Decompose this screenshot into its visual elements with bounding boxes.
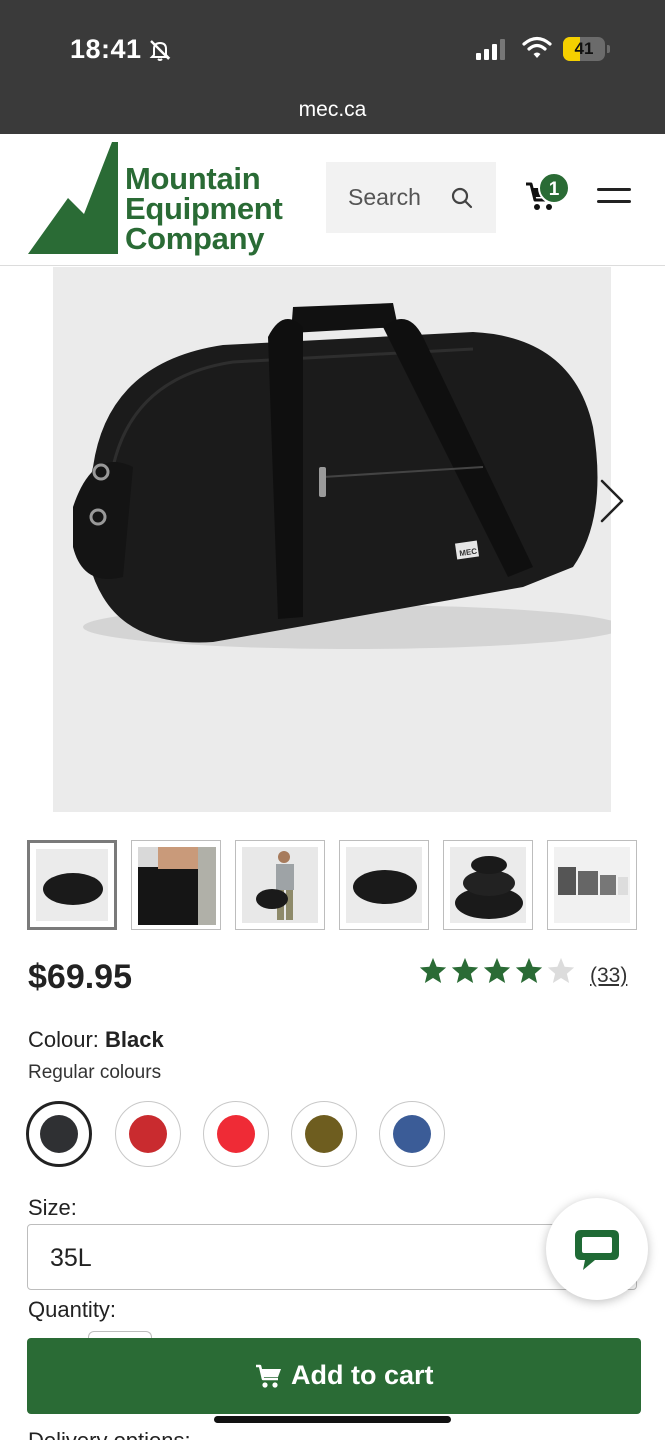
url-bar[interactable]: mec.ca [0,98,665,122]
product-image[interactable]: MEC [53,267,611,812]
add-to-cart-button[interactable]: Add to cart [27,1338,641,1414]
status-time: 18:41 [70,34,142,64]
thumbnail-bag-side[interactable] [339,840,429,930]
logo-line-1: Mountain [125,161,261,196]
thumbnail-bags-accessories[interactable] [547,840,637,930]
chevron-right-icon[interactable] [596,478,626,524]
regular-colours-label: Regular colours [28,1062,162,1083]
star-filled-icon [483,957,511,983]
site-header: Mountain Equipment Company Search 1 [0,134,665,266]
colour-swatch-red[interactable] [203,1101,269,1167]
cart-count-badge: 1 [538,172,570,204]
size-select[interactable]: 35L [27,1224,637,1290]
chat-button[interactable] [546,1198,648,1300]
delivery-options-label: Delivery options: [28,1428,191,1440]
home-indicator[interactable] [214,1416,451,1423]
duffel-bag-image: MEC [73,303,611,649]
wifi-icon [522,36,552,58]
thumbnail-strip[interactable] [27,840,637,932]
cart-icon [256,1364,281,1388]
search-button[interactable]: Search [326,162,496,233]
star-filled-icon [451,957,479,983]
logo-line-2: Equipment [125,191,283,226]
review-count-link[interactable]: (33) [590,964,627,988]
size-selected-value: 35L [50,1244,92,1272]
signal-icon [476,39,505,60]
search-label: Search [348,184,421,210]
star-filled-icon [515,957,543,983]
colour-swatch-dark-red[interactable] [115,1101,181,1167]
product-price: $69.95 [28,958,132,996]
logo-line-3: Company [125,221,265,256]
quantity-label: Quantity: [28,1297,117,1322]
thumbnail-bags-stacked[interactable] [443,840,533,930]
colour-swatch-olive[interactable] [291,1101,357,1167]
star-filled-icon [419,957,447,983]
thumbnail-bag-carried[interactable] [131,840,221,930]
battery-icon: 41 [563,37,611,61]
colour-swatch-blue[interactable] [379,1101,445,1167]
mec-mountain-logo-icon[interactable] [28,142,118,254]
size-label: Size: [28,1195,77,1220]
star-empty-icon [547,957,575,983]
status-bar: 18:41 41 mec.ca [0,0,665,134]
hamburger-menu-icon[interactable] [597,188,631,206]
colour-label: Colour: [28,1027,99,1052]
thumbnail-bag-front[interactable] [27,840,117,930]
battery-level: 41 [574,39,594,58]
colour-value: Black [105,1027,164,1052]
logo-text[interactable]: Mountain Equipment Company [125,161,283,256]
bell-off-icon [149,40,171,61]
search-icon [451,187,473,209]
thumbnail-model-shoulder[interactable] [235,840,325,930]
chat-bubble-icon [575,1230,619,1270]
colour-swatch-black[interactable] [26,1101,92,1167]
colour-selection-label: Colour: Black [28,1027,164,1053]
add-to-cart-label: Add to cart [291,1360,434,1390]
